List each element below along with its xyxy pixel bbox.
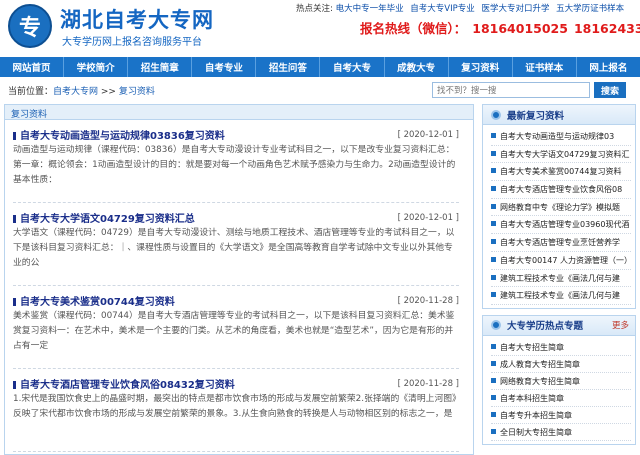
list-item[interactable]: 自考大专酒店管理专业烹饪营养学 bbox=[491, 234, 631, 252]
article-title[interactable]: 自考大专酒店管理专业饮食风俗08432复习资料 bbox=[13, 376, 235, 391]
breadcrumb-current[interactable]: 复习资料 bbox=[119, 87, 155, 97]
list-item[interactable]: 自考大专大学语文04729复习资料汇 bbox=[491, 146, 631, 164]
site-subtitle: 大专学历网上报名咨询服务平台 bbox=[62, 37, 202, 48]
list-item[interactable]: 网络教育中专《理论力学》模拟题 bbox=[491, 199, 631, 217]
article-title[interactable]: 自考大专大学语文04729复习资料汇总 bbox=[13, 210, 195, 225]
hot-link-1[interactable]: 电大中专一年毕业 bbox=[336, 4, 404, 14]
nav-self-exam-college[interactable]: 自考大专 bbox=[320, 57, 385, 77]
section-title: 复习资料 bbox=[5, 105, 473, 120]
bullet-icon bbox=[491, 109, 501, 120]
list-item: 自考大专大学语文04729复习资料汇总 [ 2020-12-01 ] 大学语文（… bbox=[5, 209, 473, 286]
hotline-label: 报名热线（微信）： bbox=[360, 21, 467, 36]
breadcrumb-home[interactable]: 自考大专网 bbox=[53, 87, 98, 97]
list-item[interactable]: 建筑工程技术专业《画法几何与建 bbox=[491, 287, 631, 305]
nav-faq[interactable]: 招生问答 bbox=[256, 57, 321, 77]
nav-majors[interactable]: 自考专业 bbox=[192, 57, 257, 77]
hot-topics-title: 大专学历热点专题 bbox=[507, 321, 584, 333]
hot-topics-panel: 大专学历热点专题 更多 自考大专招生简章 成人教育大专招生简章 网络教育大专招生… bbox=[482, 314, 636, 445]
list-item: 自考大专动画造型与运动规律03836复习资料 [ 2020-12-01 ] 动画… bbox=[5, 126, 473, 203]
article-summary: 1.宋代是我国饮食史上的晶盛时期，最突出的特点是都市饮食市场的形成与发展空前繁荣… bbox=[13, 392, 459, 452]
nav-school-intro[interactable]: 学校简介 bbox=[64, 57, 129, 77]
article-date: [ 2020-11-28 ] bbox=[397, 295, 459, 306]
article-date: [ 2020-12-01 ] bbox=[397, 212, 459, 223]
hot-focus-bar: 热点关注: 电大中专一年毕业 自考大专VIP专业 医学大专对口升学 五大学历证书… bbox=[296, 2, 628, 14]
list-item: 自考大专酒店管理专业饮食风俗08432复习资料 [ 2020-11-28 ] 1… bbox=[5, 375, 473, 452]
latest-materials-panel: 最新复习资料 自考大专动画造型与运动规律03 自考大专大学语文04729复习资料… bbox=[482, 104, 636, 309]
hotline-number-1: 18164015025 bbox=[472, 21, 568, 36]
hot-link-2[interactable]: 自考大专VIP专业 bbox=[410, 4, 474, 14]
list-item[interactable]: 全日制大专招生简章 bbox=[491, 424, 631, 441]
hot-focus-label: 热点关注: bbox=[296, 4, 333, 14]
nav-certificate-samples[interactable]: 证书样本 bbox=[513, 57, 577, 77]
hot-link-4[interactable]: 五大学历证书样本 bbox=[556, 4, 624, 14]
article-summary: 美术鉴赏（课程代码：00744）是自考大专酒店管理等专业的考试科目之一，以下是该… bbox=[13, 309, 459, 369]
hot-link-3[interactable]: 医学大专对口升学 bbox=[481, 4, 549, 14]
latest-materials-list: 自考大专动画造型与运动规律03 自考大专大学语文04729复习资料汇 自考大专美… bbox=[483, 125, 635, 308]
site-header: 专 湖北自考大专网 大专学历网上报名咨询服务平台 热点关注: 电大中专一年毕业 … bbox=[0, 0, 640, 57]
breadcrumb: 当前位置：自考大专网 >> 复习资料 bbox=[8, 84, 155, 97]
nav-review-materials[interactable]: 复习资料 bbox=[449, 57, 513, 77]
article-header: 自考大专大学语文04729复习资料汇总 [ 2020-12-01 ] bbox=[13, 209, 459, 226]
list-item[interactable]: 自考大专00147 人力资源管理（一） bbox=[491, 252, 631, 270]
list-item[interactable]: 网络教育大专招生简章 bbox=[491, 373, 631, 390]
latest-materials-title: 最新复习资料 bbox=[507, 110, 565, 122]
search-button[interactable]: 搜索 bbox=[594, 82, 626, 98]
site-title[interactable]: 湖北自考大专网 bbox=[60, 4, 214, 34]
article-header: 自考大专酒店管理专业饮食风俗08432复习资料 [ 2020-11-28 ] bbox=[13, 375, 459, 392]
breadcrumb-sep: >> bbox=[98, 87, 119, 97]
article-title[interactable]: 自考大专美术鉴赏00744复习资料 bbox=[13, 293, 175, 308]
main-nav: 网站首页 学校简介 招生简章 自考专业 招生问答 自考大专 成教大专 复习资料 … bbox=[0, 57, 640, 77]
article-date: [ 2020-12-01 ] bbox=[397, 129, 459, 140]
more-link[interactable]: 更多 bbox=[612, 319, 629, 331]
search-input[interactable] bbox=[432, 82, 590, 98]
article-list-panel: 复习资料 自考大专动画造型与运动规律03836复习资料 [ 2020-12-01… bbox=[4, 104, 474, 455]
article-summary: 大学语文（课程代码：04729）是自考大专动漫设计、测绘与地质工程技术、酒店管理… bbox=[13, 226, 459, 286]
hot-topics-list: 自考大专招生简章 成人教育大专招生简章 网络教育大专招生简章 自考本科招生简章 … bbox=[483, 336, 635, 444]
hotline: 报名热线（微信）： 18164015025 18162433685 bbox=[360, 18, 640, 37]
breadcrumb-label: 当前位置： bbox=[8, 87, 54, 97]
list-item[interactable]: 建筑工程技术专业《画法几何与建 bbox=[491, 270, 631, 288]
site-logo[interactable]: 专 bbox=[8, 4, 52, 48]
bullet-icon bbox=[491, 320, 501, 331]
list-item[interactable]: 自考大专酒店管理专业饮食风俗08 bbox=[491, 181, 631, 199]
hot-topics-header: 大专学历热点专题 更多 bbox=[483, 315, 635, 336]
nav-admission[interactable]: 招生简章 bbox=[128, 57, 193, 77]
nav-online-signup[interactable]: 网上报名 bbox=[577, 57, 640, 77]
article-summary: 动画造型与运动规律（课程代码：03836）是自考大专动漫设计专业考试科目之一，以… bbox=[13, 143, 459, 203]
list-item[interactable]: 自考大专动画造型与运动规律03 bbox=[491, 128, 631, 146]
sidebar: 最新复习资料 自考大专动画造型与运动规律03 自考大专大学语文04729复习资料… bbox=[482, 104, 636, 451]
article-date: [ 2020-11-28 ] bbox=[397, 378, 459, 389]
list-item[interactable]: 自考专升本招生简章 bbox=[491, 407, 631, 424]
list-item[interactable]: 成人教育大专招生简章 bbox=[491, 356, 631, 373]
nav-adult-college[interactable]: 成教大专 bbox=[385, 57, 449, 77]
hotline-number-2: 18162433685 bbox=[573, 21, 640, 36]
list-item: 自考大专美术鉴赏00744复习资料 [ 2020-11-28 ] 美术鉴赏（课程… bbox=[5, 292, 473, 369]
article-header: 自考大专动画造型与运动规律03836复习资料 [ 2020-12-01 ] bbox=[13, 126, 459, 143]
article-header: 自考大专美术鉴赏00744复习资料 [ 2020-11-28 ] bbox=[13, 292, 459, 309]
list-item[interactable]: 自考大专酒店管理专业03960现代酒 bbox=[491, 216, 631, 235]
article-title[interactable]: 自考大专动画造型与运动规律03836复习资料 bbox=[13, 127, 225, 142]
latest-materials-header: 最新复习资料 bbox=[483, 105, 635, 125]
list-item[interactable]: 自考大专美术鉴赏00744复习资料 bbox=[491, 163, 631, 182]
list-item[interactable]: 自考大专招生简章 bbox=[491, 339, 631, 356]
nav-home[interactable]: 网站首页 bbox=[0, 57, 65, 77]
list-item[interactable]: 自考本科招生简章 bbox=[491, 390, 631, 407]
